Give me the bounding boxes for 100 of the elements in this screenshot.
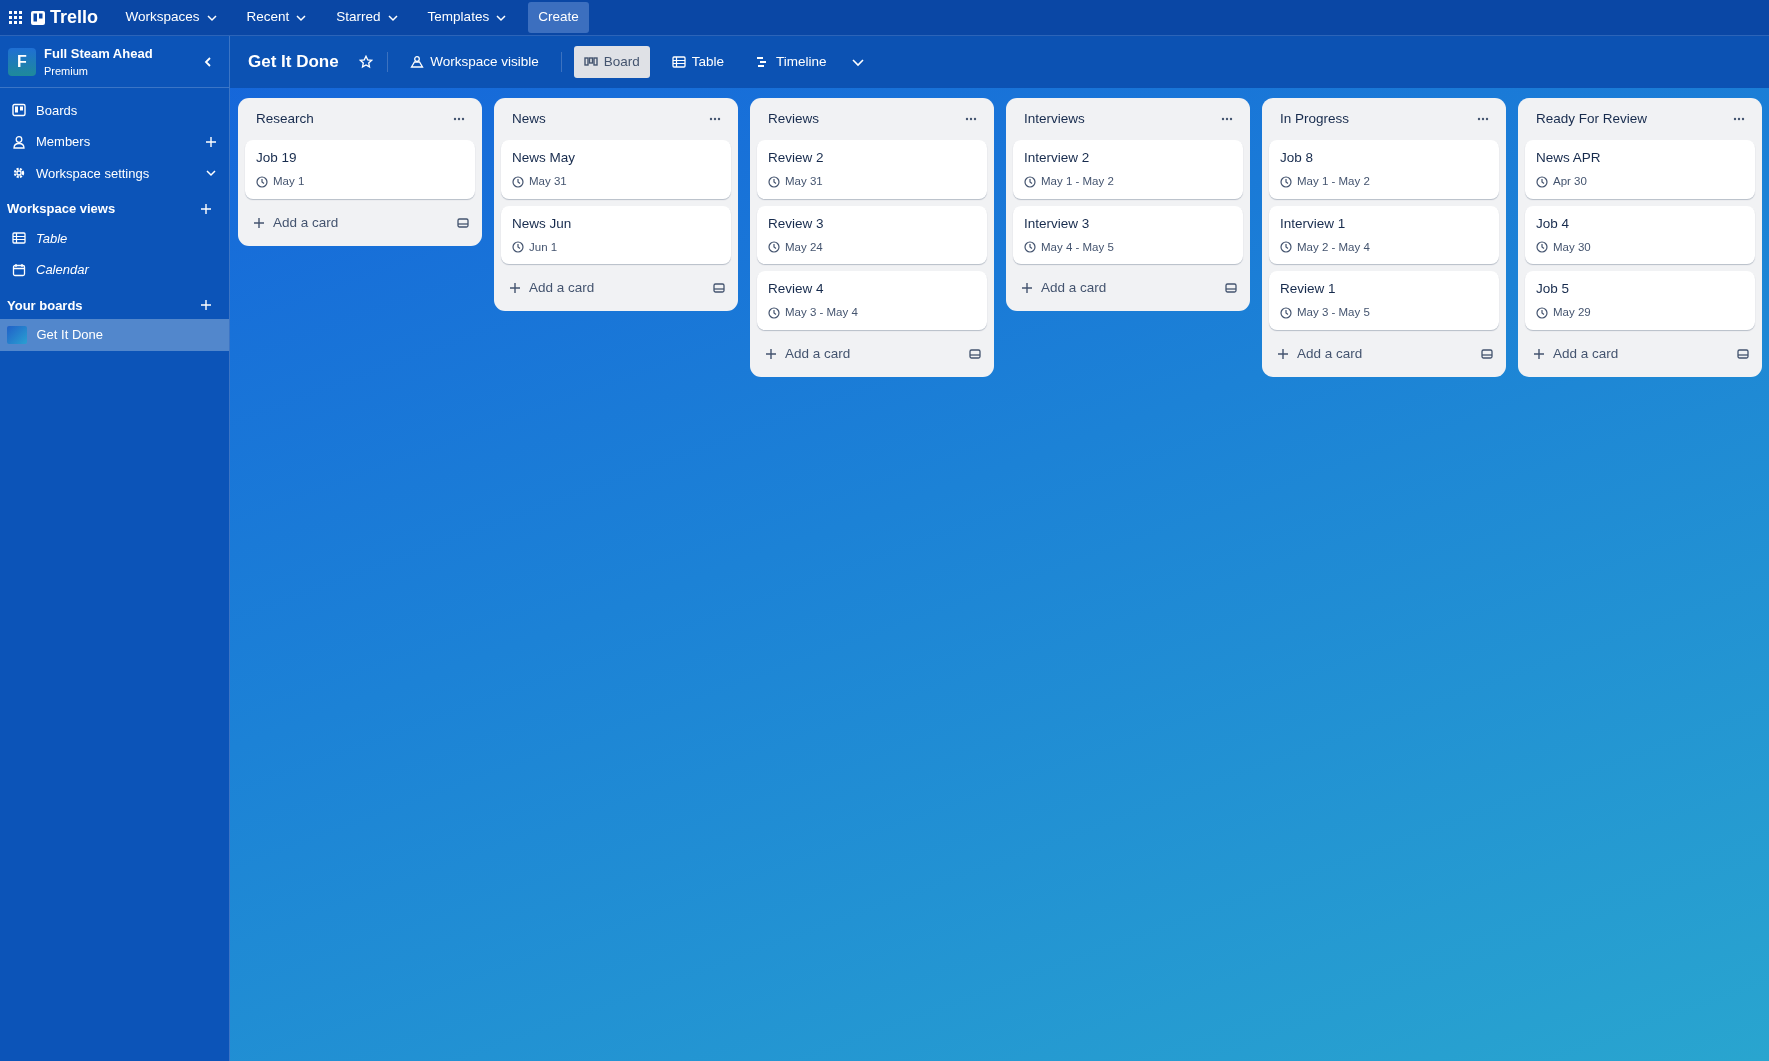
due-date: May 1 - May 2 [1297, 174, 1370, 190]
clock-icon [1280, 306, 1292, 319]
workspace-name: Full Steam Ahead [44, 44, 154, 63]
gear-icon [12, 166, 26, 181]
due-date: May 24 [785, 239, 823, 255]
columns-icon [583, 57, 598, 67]
list-title: Reviews [768, 109, 819, 128]
section-heading: Your boards [7, 296, 83, 315]
menu-dropdown[interactable]: Templates [419, 3, 516, 32]
due-date: May 31 [785, 174, 823, 190]
app-grid-icon[interactable] [6, 8, 25, 27]
clock-icon [768, 306, 780, 319]
clock-icon [1536, 175, 1548, 188]
plus-icon [1021, 282, 1033, 295]
clock-icon [512, 175, 524, 188]
workspace-plan: Premium [44, 64, 89, 79]
menu-dropdown[interactable]: Starred [328, 3, 407, 32]
task-card[interactable]: Interview 1 May 2 - May 4 [1269, 205, 1499, 264]
more-icon[interactable] [1731, 115, 1747, 123]
card-title: News May [512, 149, 576, 167]
more-icon[interactable] [1219, 115, 1235, 123]
menu-dropdown[interactable]: Recent [238, 3, 316, 32]
card-title: News Jun [512, 214, 573, 233]
add-card-button[interactable]: Add a card [505, 276, 599, 301]
sidebar-item[interactable]: Calendar [36, 260, 89, 280]
card-title: Review 1 [1280, 280, 1337, 298]
due-date: May 1 - May 2 [1041, 174, 1114, 190]
list-title: Research [256, 109, 314, 128]
view-tab[interactable]: Timeline [746, 45, 837, 79]
clock-icon [1280, 175, 1292, 188]
add-card-button[interactable]: Add a card [1017, 276, 1111, 301]
task-card[interactable]: Interview 3 May 4 - May 5 [1013, 205, 1243, 264]
more-icon[interactable] [451, 115, 467, 123]
trello-logo[interactable]: Trello [31, 4, 98, 31]
more-icon[interactable] [1475, 115, 1491, 123]
board-item[interactable]: Get It Done [0, 319, 229, 351]
clock-icon [512, 241, 524, 254]
list-title: Interviews [1024, 109, 1085, 128]
task-card[interactable]: Interview 2 May 1 - May 2 [1013, 140, 1243, 199]
due-date: May 1 [273, 174, 305, 190]
clock-icon [1536, 241, 1548, 254]
task-card[interactable]: Review 4 May 3 - May 4 [757, 271, 987, 330]
due-date: May 3 - May 5 [1297, 305, 1370, 321]
task-card[interactable]: Review 1 May 3 - May 5 [1269, 271, 1499, 330]
task-card[interactable]: Review 2 May 31 [757, 140, 987, 199]
task-card[interactable]: Job 5 May 29 [1525, 271, 1755, 330]
clock-icon [768, 175, 780, 188]
person-icon [12, 134, 26, 149]
board-title: Get It Done [248, 51, 339, 74]
view-tab[interactable]: Board [573, 45, 650, 79]
boards-icon [12, 103, 26, 118]
task-card[interactable]: Job 8 May 1 - May 2 [1269, 140, 1499, 199]
clock-icon [256, 175, 268, 188]
sidebar-item[interactable]: Boards [36, 100, 219, 120]
plus-icon [253, 216, 265, 229]
card-title: Interview 1 [1280, 214, 1347, 233]
table-icon [671, 56, 686, 68]
clock-icon [1024, 241, 1036, 254]
more-icon[interactable] [963, 115, 979, 123]
due-date: May 4 - May 5 [1041, 239, 1114, 255]
add-card-button[interactable]: Add a card [761, 341, 855, 366]
card-title: Job 19 [256, 149, 298, 167]
task-card[interactable]: News May May 31 [501, 140, 731, 199]
card-title: Review 4 [768, 280, 825, 298]
more-icon[interactable] [707, 115, 723, 123]
clock-icon [768, 241, 780, 254]
clock-icon [1024, 175, 1036, 188]
due-date: Apr 30 [1553, 174, 1587, 190]
card-title: Job 8 [1280, 149, 1315, 167]
add-card-button[interactable]: Add a card [249, 210, 343, 235]
card-title: News APR [1536, 149, 1602, 167]
due-date: May 2 - May 4 [1297, 239, 1370, 255]
menu-dropdown[interactable]: Workspaces [117, 3, 226, 32]
due-date: May 3 - May 4 [785, 305, 858, 321]
view-tab[interactable]: Table [661, 45, 735, 79]
plus-icon [1277, 347, 1289, 360]
task-card[interactable]: Job 19 May 1 [245, 140, 475, 199]
task-card[interactable]: News Jun Jun 1 [501, 205, 731, 264]
list-title: Ready For Review [1536, 109, 1648, 128]
create-button[interactable]: Create [528, 2, 589, 33]
list-title: News [512, 109, 546, 128]
task-card[interactable]: Job 4 May 30 [1525, 205, 1755, 264]
due-date: May 30 [1553, 239, 1591, 255]
visibility-button[interactable]: Workspace visible [400, 45, 549, 79]
sidebar-item[interactable]: Table [36, 228, 68, 248]
sidebar-item[interactable]: Members [36, 132, 193, 152]
card-title: Review 2 [768, 149, 825, 167]
add-card-button[interactable]: Add a card [1273, 341, 1367, 366]
task-card[interactable]: News APR Apr 30 [1525, 140, 1755, 199]
calendar-icon [12, 262, 26, 277]
card-title: Job 4 [1536, 214, 1571, 233]
card-title: Interview 3 [1024, 214, 1091, 233]
plus-icon [1533, 347, 1545, 360]
card-title: Interview 2 [1024, 149, 1091, 167]
due-date: Jun 1 [529, 239, 558, 255]
clock-icon [1280, 241, 1292, 254]
sidebar-item[interactable]: Workspace settings [36, 163, 193, 183]
task-card[interactable]: Review 3 May 24 [757, 205, 987, 264]
workspace-avatar: F [8, 47, 36, 76]
add-card-button[interactable]: Add a card [1529, 341, 1623, 366]
